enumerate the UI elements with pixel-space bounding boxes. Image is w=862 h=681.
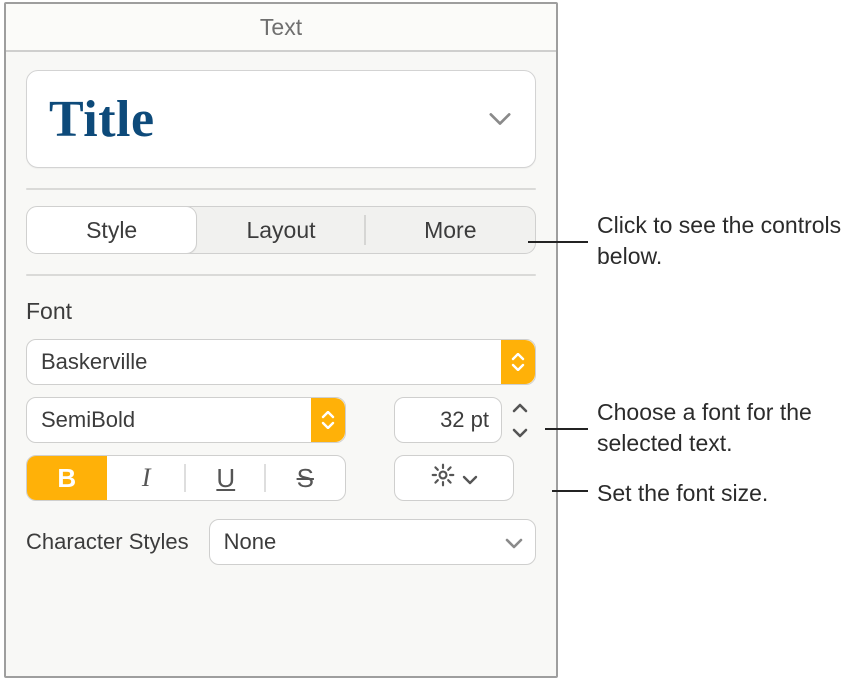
callout-leader-line <box>552 490 588 492</box>
font-size-value: 32 pt <box>440 407 489 433</box>
tab-label: Style <box>86 217 137 244</box>
divider <box>26 188 536 190</box>
gear-icon <box>430 462 456 494</box>
strikethrough-button[interactable]: S <box>266 456 346 500</box>
character-styles-select[interactable]: None <box>209 519 536 565</box>
tab-label: Layout <box>246 217 315 244</box>
updown-icon <box>501 340 535 384</box>
font-size-input[interactable]: 32 pt <box>394 397 502 443</box>
font-weight-value: SemiBold <box>41 407 311 433</box>
character-styles-value: None <box>224 529 277 555</box>
bold-glyph: B <box>57 463 76 494</box>
stepper-down-button[interactable] <box>506 422 534 443</box>
paragraph-style-picker[interactable]: Title <box>26 70 536 168</box>
updown-icon <box>311 398 345 442</box>
stepper-up-button[interactable] <box>506 397 534 418</box>
text-format-segmented: B I U S <box>26 455 346 501</box>
callout-leader-line <box>528 241 588 243</box>
italic-button[interactable]: I <box>107 456 187 500</box>
font-weight-select[interactable]: SemiBold <box>26 397 346 443</box>
callout-tabs: Click to see the controls below. <box>597 210 847 272</box>
tab-style[interactable]: Style <box>26 206 197 254</box>
tab-layout[interactable]: Layout <box>196 207 365 253</box>
paragraph-style-name: Title <box>49 90 155 149</box>
divider <box>26 274 536 276</box>
advanced-options-button[interactable] <box>394 455 514 501</box>
tab-label: More <box>424 217 476 244</box>
tab-more[interactable]: More <box>366 207 535 253</box>
callout-font-family: Choose a font for the selected text. <box>597 397 857 459</box>
chevron-down-icon <box>462 465 478 491</box>
italic-glyph: I <box>142 463 151 493</box>
bold-button[interactable]: B <box>27 456 107 500</box>
format-tabs: Style Layout More <box>26 206 536 254</box>
font-family-value: Baskerville <box>41 349 501 375</box>
panel-header: Text <box>6 4 556 52</box>
format-text-panel: Text Title Style Layout More Font Basker <box>4 2 558 678</box>
callout-leader-line <box>545 428 588 430</box>
font-section-label: Font <box>26 298 536 325</box>
underline-glyph: U <box>216 463 235 494</box>
chevron-down-icon <box>487 106 513 132</box>
font-size-control: 32 pt <box>394 397 534 443</box>
character-styles-label: Character Styles <box>26 529 189 555</box>
underline-button[interactable]: U <box>186 456 266 500</box>
chevron-down-icon <box>505 529 523 555</box>
callout-font-size: Set the font size. <box>597 478 857 509</box>
font-size-stepper <box>506 397 534 443</box>
strike-glyph: S <box>297 463 314 494</box>
panel-header-label: Text <box>260 14 302 41</box>
font-family-select[interactable]: Baskerville <box>26 339 536 385</box>
